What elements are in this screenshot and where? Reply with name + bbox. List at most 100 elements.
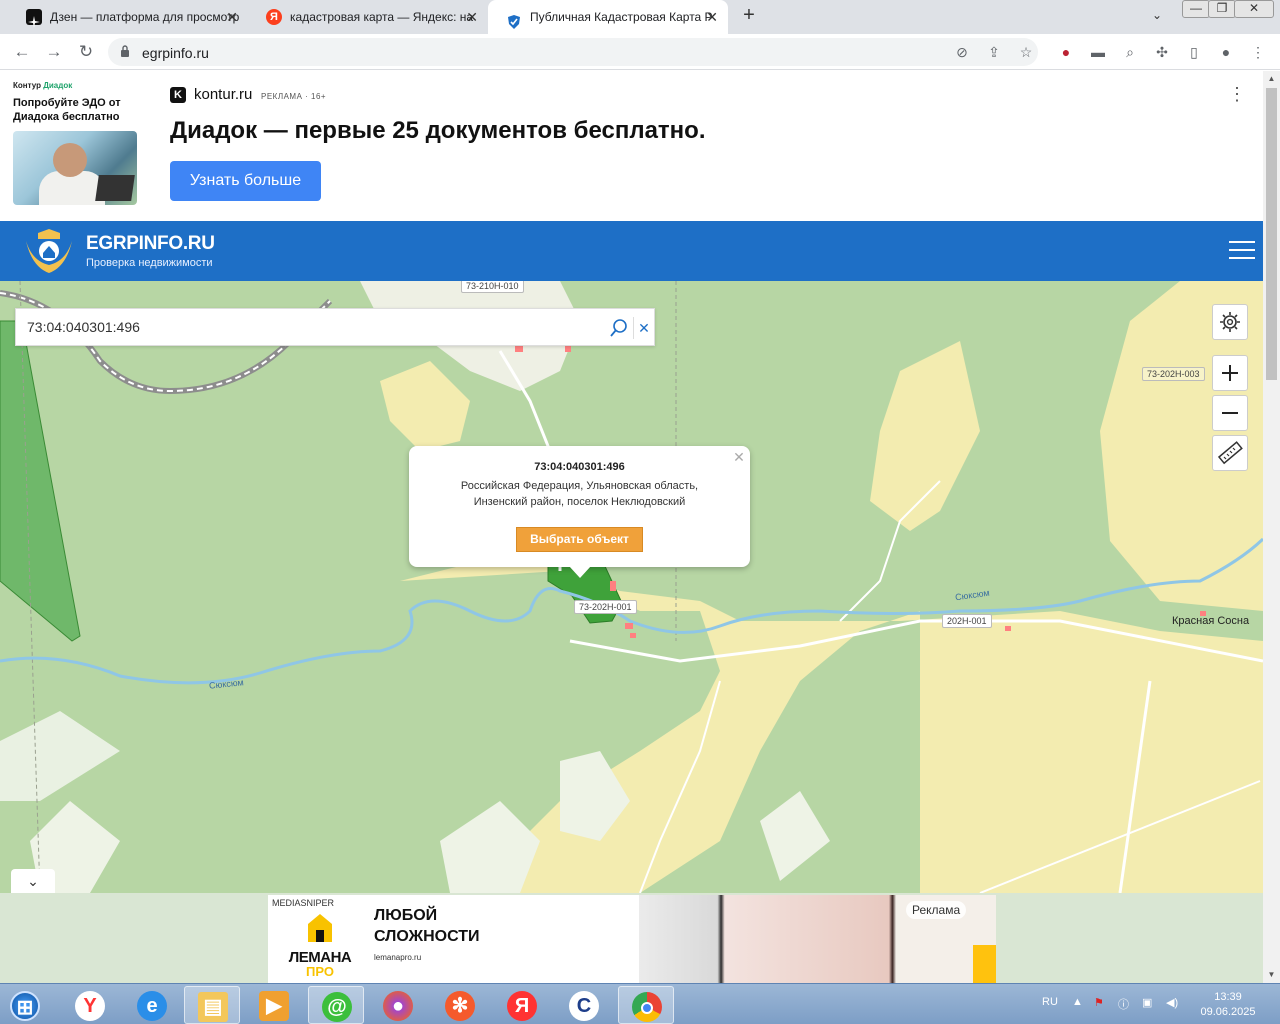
browser-toolbar: ← → ↻ egrpinfo.ru ⊘ ⇪ ☆ ● ▬ ⌕ ✣ ▯ ● ⋮ <box>0 34 1280 70</box>
road-label: 202Н-001 <box>942 614 992 628</box>
taskbar-yandex-browser[interactable]: Y <box>62 986 118 1024</box>
tab-yandex-search[interactable]: Я кадастровая карта — Яндекс: на ✕ <box>248 0 488 34</box>
ccleaner-icon: C <box>569 991 599 1021</box>
site-title[interactable]: EGRPINFO.RU <box>86 233 215 255</box>
taskbar-clock[interactable]: 13:39 09.06.2025 <box>1200 990 1256 1020</box>
ad-menu-icon[interactable]: ⋮ <box>1228 85 1246 105</box>
close-tab-icon[interactable]: ✕ <box>466 0 478 34</box>
tab-dzen[interactable]: Дзен — платформа для просмотр ✕ <box>8 0 248 34</box>
place-label: Красная Сосна <box>1172 615 1250 627</box>
popup-pointer <box>569 566 591 578</box>
map-settings-button[interactable] <box>1212 304 1248 340</box>
zoom-in-button[interactable] <box>1212 355 1248 391</box>
search-input[interactable]: 73:04:040301:496 <box>27 319 140 335</box>
chrome-icon <box>632 992 662 1022</box>
scroll-up-icon[interactable]: ▲ <box>1263 71 1280 87</box>
close-window-button[interactable]: ✕ <box>1234 0 1274 18</box>
ad-tag[interactable]: Реклама <box>906 901 967 919</box>
plus-icon <box>1222 365 1238 381</box>
language-indicator[interactable]: RU <box>1042 996 1058 1008</box>
clock-time: 13:39 <box>1214 991 1242 1003</box>
tray-volume-icon[interactable]: ◀) <box>1166 996 1178 1009</box>
cadastral-map[interactable]: 73:04:040301:496 ✕ 73-210Н-010 73-202Н-0… <box>0 281 1263 893</box>
folder-icon: ▤ <box>198 992 228 1022</box>
clear-search-icon[interactable]: ✕ <box>636 317 652 339</box>
browser-tab-strip: Дзен — платформа для просмотр ✕ Я кадаст… <box>0 0 1280 34</box>
reload-icon[interactable]: ↻ <box>74 40 98 64</box>
ad-side-text: Попробуйте ЭДО от Диадока бесплатно <box>13 97 121 123</box>
bookmark-star-icon[interactable]: ☆ <box>1016 42 1036 62</box>
scroll-down-icon[interactable]: ▼ <box>1263 967 1280 983</box>
scrollbar-thumb[interactable] <box>1266 88 1277 380</box>
lemana-ad-banner[interactable]: MEDIASNIPER ЛЕМАНА ПРО ЛЮБОЙ СЛОЖНОСТИ le… <box>268 895 996 983</box>
taskbar-yandex[interactable]: Я <box>494 986 550 1024</box>
tray-expand-icon[interactable]: ▲ <box>1072 996 1083 1008</box>
cadastral-search-box[interactable]: 73:04:040301:496 ✕ <box>15 308 655 346</box>
share-icon[interactable]: ⇪ <box>984 42 1004 62</box>
lemana-house-icon <box>308 914 332 942</box>
search-divider <box>633 317 634 339</box>
browser-menu-icon[interactable]: ⋮ <box>1248 42 1268 62</box>
extension-search-icon[interactable]: ⌕ <box>1120 42 1140 62</box>
profile-icon[interactable]: ● <box>1216 42 1236 62</box>
address-bar[interactable]: egrpinfo.ru ⊘ ⇪ ☆ <box>108 38 1038 66</box>
tray-info-icon[interactable]: ⓘ <box>1118 996 1129 1012</box>
lemana-logo: ЛЕМАНА ПРО <box>280 910 360 979</box>
ad-photo <box>13 131 137 205</box>
taskbar-media[interactable]: ▶ <box>246 986 302 1024</box>
taskbar-explorer[interactable]: ▤ <box>184 986 240 1024</box>
hamburger-menu-icon[interactable] <box>1229 241 1255 261</box>
taskbar-chrome[interactable] <box>618 986 674 1024</box>
windows-taskbar: ⊞ Y e ▤ ▶ @ ● ✻ Я C RU ▲ ⚑ ⓘ ▣ ◀) 13:39 … <box>0 983 1280 1024</box>
tab-cadastral-map[interactable]: Публичная Кадастровая Карта Р ✕ <box>488 0 728 34</box>
ad-domain[interactable]: kontur.ru <box>194 86 252 103</box>
minimize-button[interactable]: — <box>1182 0 1210 18</box>
url-text: egrpinfo.ru <box>142 45 209 61</box>
shield-icon <box>506 9 522 29</box>
extensions-puzzle-icon[interactable]: ✣ <box>1152 42 1172 62</box>
close-tab-icon[interactable]: ✕ <box>226 0 238 34</box>
search-icon[interactable] <box>608 317 630 339</box>
map-canvas <box>0 281 1263 893</box>
start-button[interactable]: ⊞ <box>0 986 50 1024</box>
taskbar-firefox[interactable]: ● <box>370 986 426 1024</box>
measure-ruler-button[interactable] <box>1212 435 1248 471</box>
taskbar-mail[interactable]: @ <box>308 986 364 1024</box>
zoom-out-button[interactable] <box>1212 395 1248 431</box>
taskbar-ccleaner[interactable]: C <box>556 986 612 1024</box>
lock-icon <box>121 45 129 57</box>
page-scrollbar[interactable]: ▲ ▼ <box>1263 71 1280 983</box>
ad-cta-button[interactable]: Узнать больше <box>170 161 321 201</box>
select-object-button[interactable]: Выбрать объект <box>516 527 643 552</box>
bottom-ad-strip: MEDIASNIPER ЛЕМАНА ПРО ЛЮБОЙ СЛОЖНОСТИ le… <box>0 893 1263 983</box>
popup-address: Российская Федерация, Ульяновская област… <box>460 480 699 508</box>
kontur-logo-icon: K <box>170 87 186 103</box>
ad-headline[interactable]: Диадок — первые 25 документов бесплатно. <box>170 117 706 145</box>
tab-title: Дзен — платформа для просмотр <box>50 10 240 24</box>
restore-button[interactable]: ❐ <box>1208 0 1236 18</box>
new-tab-button[interactable]: + <box>738 4 760 30</box>
dzen-icon <box>26 9 42 28</box>
taskbar-app-dots[interactable]: ✻ <box>432 986 488 1024</box>
forward-icon[interactable]: → <box>42 40 66 64</box>
extension-avatar-icon[interactable]: ● <box>1056 42 1076 62</box>
back-icon[interactable]: ← <box>10 40 34 64</box>
blocked-popup-icon[interactable]: ⊘ <box>952 42 972 62</box>
ruler-icon <box>1217 441 1243 465</box>
site-logo-icon[interactable] <box>22 227 76 275</box>
ad-corner-accent <box>973 945 996 983</box>
site-subtitle: Проверка недвижимости <box>86 257 213 269</box>
taskbar-ie[interactable]: e <box>124 986 180 1024</box>
popup-cadastral-number: 73:04:040301:496 <box>534 461 625 473</box>
side-panel-icon[interactable]: ▯ <box>1184 42 1204 62</box>
tab-search-chevron-icon[interactable]: ⌄ <box>1152 8 1162 22</box>
extension-hat-icon[interactable]: ▬ <box>1088 42 1108 62</box>
top-ad-banner[interactable]: Контур Диадок Попробуйте ЭДО от Диадока … <box>0 71 1263 221</box>
road-label: 73-210Н-010 <box>461 281 524 293</box>
close-tab-icon[interactable]: ✕ <box>706 0 718 34</box>
tray-network-icon[interactable]: ▣ <box>1142 996 1152 1009</box>
tray-flag-icon[interactable]: ⚑ <box>1094 996 1104 1009</box>
collapse-panel-chevron-icon[interactable]: ⌄ <box>11 869 55 893</box>
road-label: 73-202Н-001 <box>574 600 637 614</box>
clock-date: 09.06.2025 <box>1200 1006 1256 1018</box>
